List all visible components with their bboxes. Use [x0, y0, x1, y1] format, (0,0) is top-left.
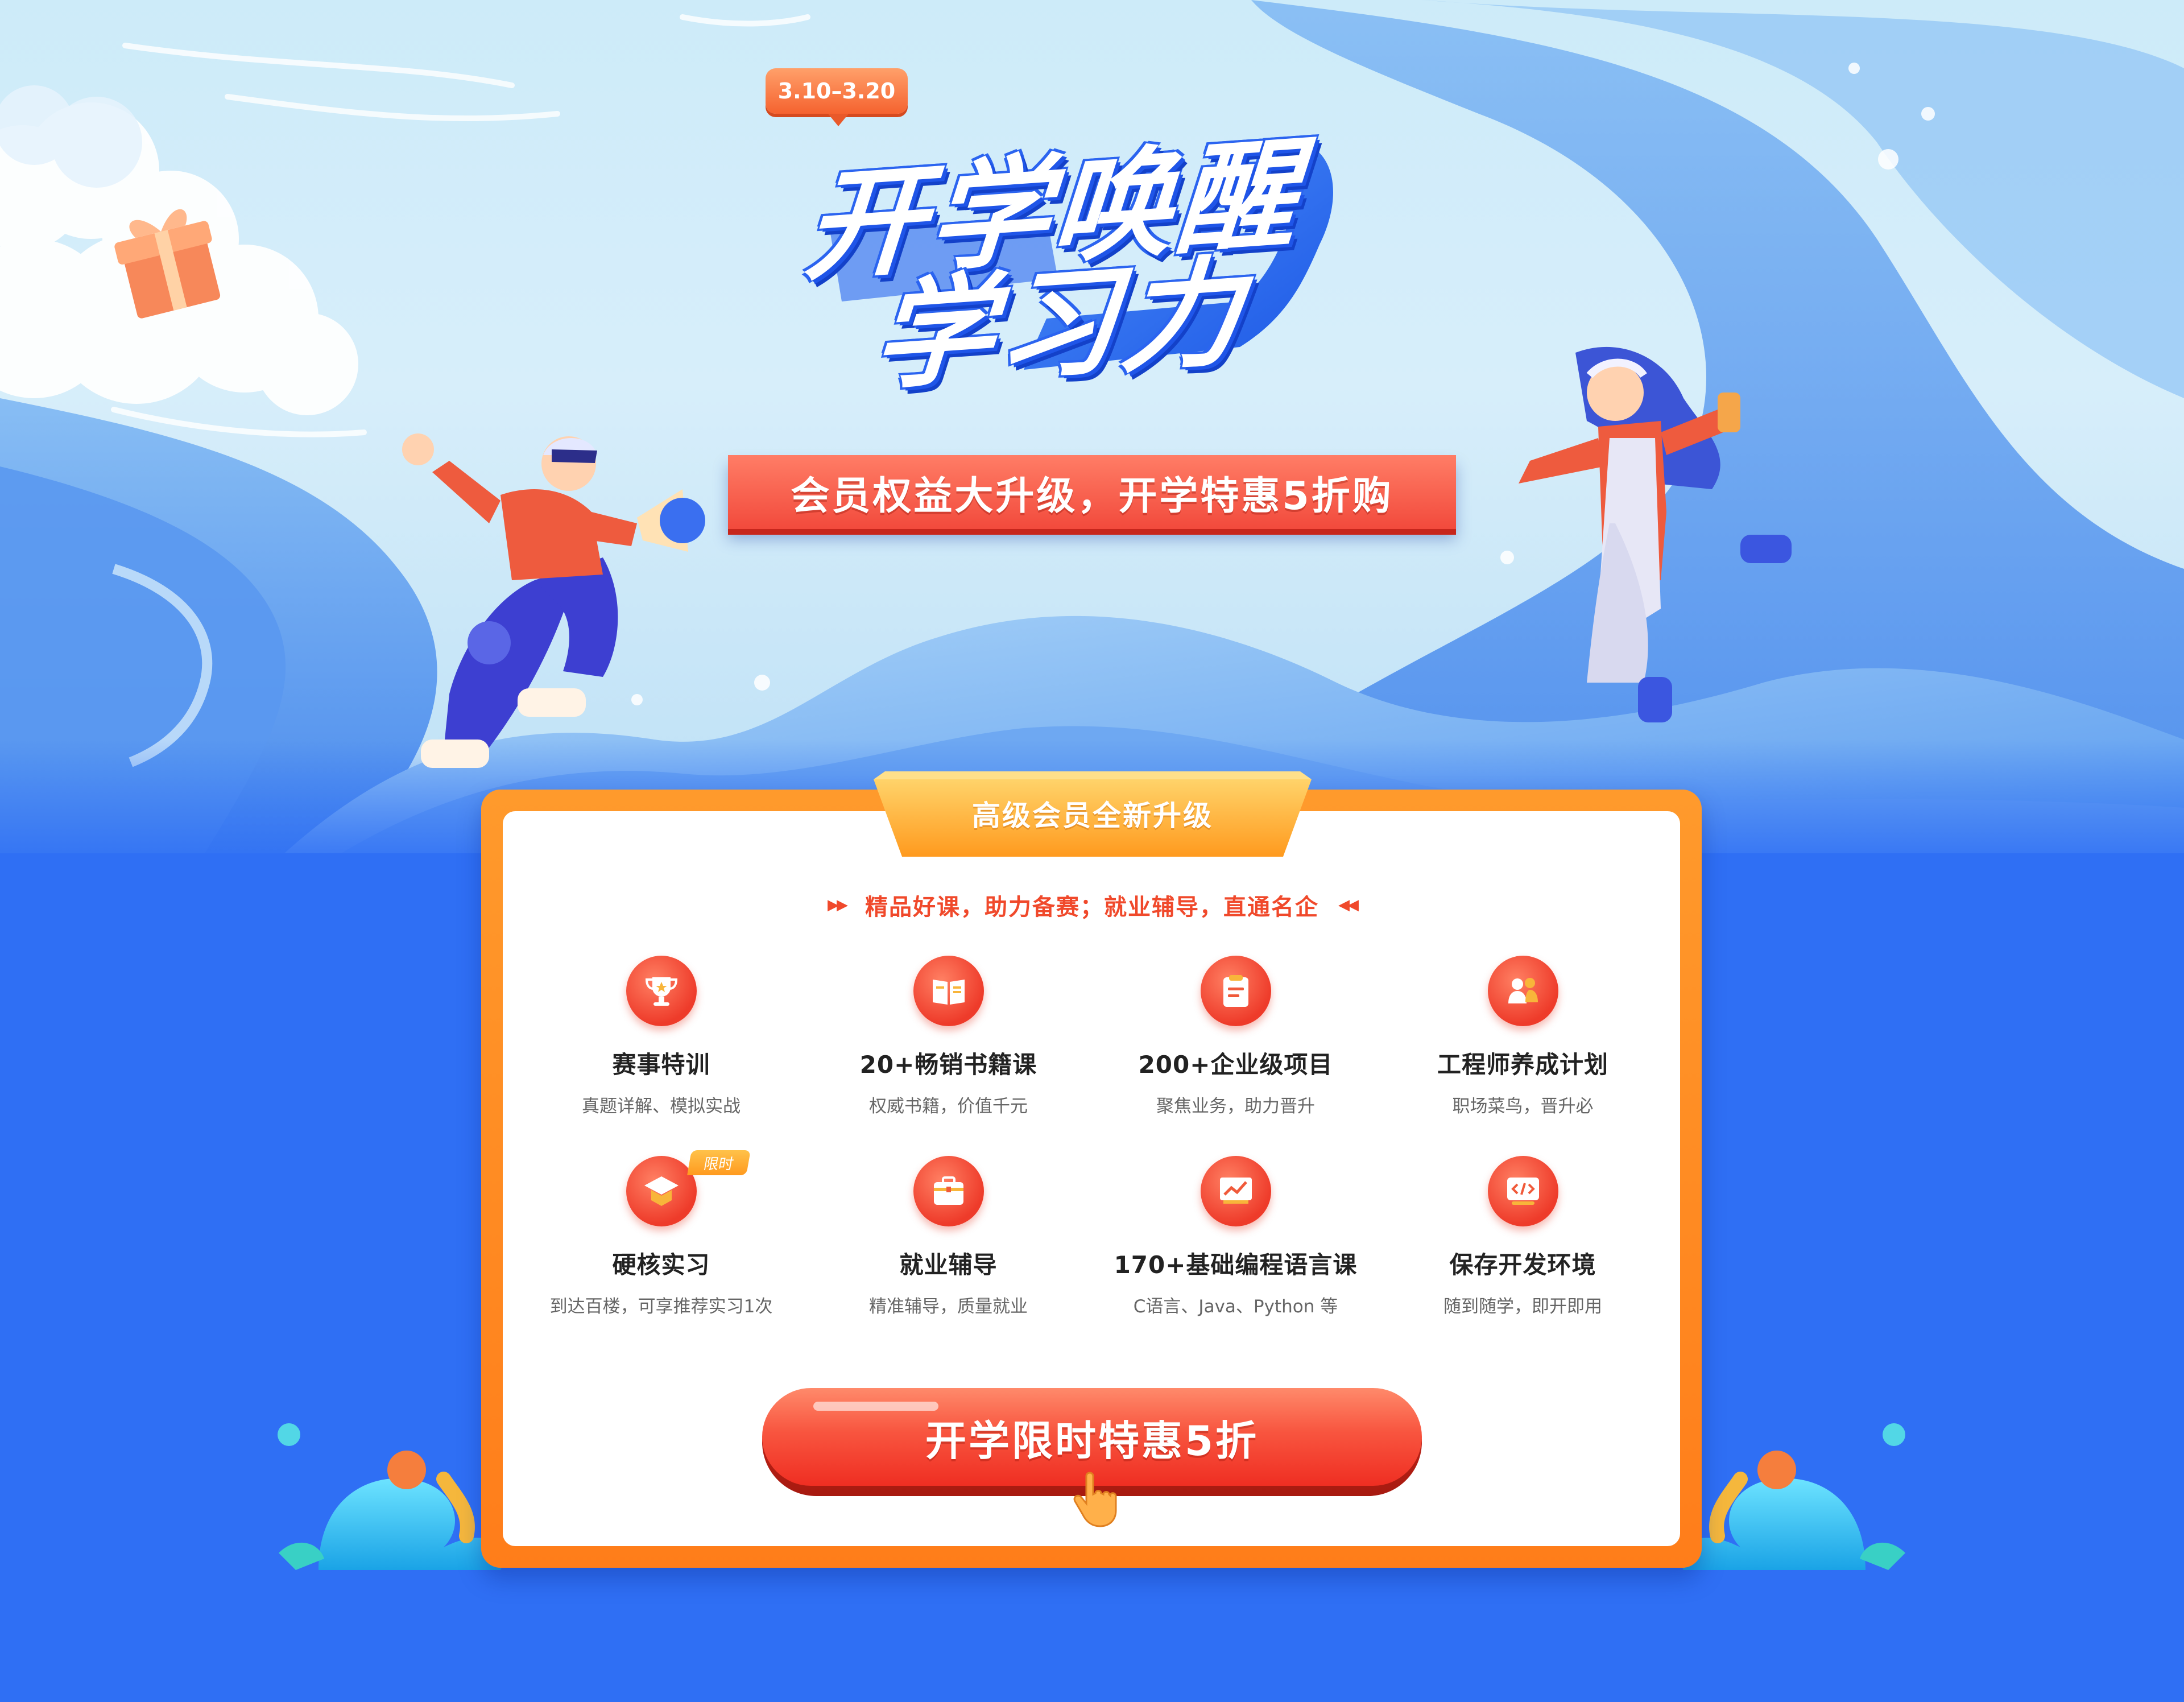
- card-tagline: ▶▶ 精品好课，助力备赛；就业辅导，直通名企 ◀◀: [739, 885, 1445, 925]
- tagline-text: 精品好课，助力备赛；就业辅导，直通名企: [865, 894, 1319, 920]
- cta-shine: [813, 1402, 938, 1411]
- feature-desc: C语言、Java、Python 等: [1133, 1296, 1338, 1317]
- limited-time-badge: 限时: [687, 1150, 751, 1175]
- feature-item[interactable]: 20+畅销书籍课 权威书籍，价值千元: [805, 956, 1092, 1156]
- code-monitor-icon: [1487, 1156, 1558, 1226]
- trophy-icon: [626, 956, 697, 1026]
- feature-desc: 到达百楼，可享推荐实习1次: [549, 1296, 773, 1317]
- feature-desc: 职场菜鸟，晋升必: [1452, 1096, 1594, 1117]
- card-header-title: 高级会员全新升级: [972, 799, 1213, 832]
- feature-title: 就业辅导: [899, 1251, 998, 1279]
- feature-title: 保存开发环境: [1449, 1251, 1596, 1279]
- feature-desc: 权威书籍，价值千元: [869, 1096, 1028, 1117]
- feature-desc: 精准辅导，质量就业: [869, 1296, 1028, 1317]
- book-icon: [913, 956, 984, 1026]
- graduation-cap-icon: [626, 1156, 697, 1226]
- tagline-left-arrows-icon: ▶▶: [828, 897, 848, 914]
- cheering-student-illustration: [402, 433, 705, 768]
- feature-desc: 真题详解、模拟实战: [582, 1096, 741, 1117]
- feature-desc: 随到随学，即开即用: [1443, 1296, 1602, 1317]
- feature-title: 工程师养成计划: [1437, 1051, 1608, 1079]
- slogan-text: 会员权益大升级，开学特惠5折购: [791, 473, 1393, 519]
- feature-item[interactable]: 保存开发环境 随到随学，即开即用: [1379, 1156, 1666, 1356]
- feature-item[interactable]: 200+企业级项目 聚焦业务，助力晋升: [1092, 956, 1379, 1156]
- briefcase-icon: [913, 1156, 984, 1226]
- tagline-right-arrows-icon: ◀◀: [1338, 897, 1359, 914]
- pointer-hand-icon: [1073, 1472, 1117, 1527]
- feature-desc: 聚焦业务，助力晋升: [1156, 1096, 1315, 1117]
- feature-title: 硬核实习: [612, 1251, 710, 1279]
- feature-title: 赛事特训: [612, 1051, 710, 1079]
- date-range-badge: 3.10–3.20: [766, 68, 908, 126]
- feature-title: 200+企业级项目: [1138, 1051, 1333, 1079]
- promo-title: 开学唤醒 学习力: [791, 108, 1382, 407]
- feature-item[interactable]: 限时 硬核实习 到达百楼，可享推荐实习1次: [518, 1150, 805, 1356]
- feature-grid: 赛事特训 真题详解、模拟实战 20+畅销书籍课 权威书籍，价值千元 200+企业…: [518, 956, 1666, 1356]
- feature-item[interactable]: 工程师养成计划 职场菜鸟，晋升必: [1379, 956, 1666, 1156]
- feature-title: 20+畅销书籍课: [859, 1051, 1037, 1079]
- people-icon: [1487, 956, 1558, 1026]
- reading-girl-illustration: [1519, 346, 1792, 722]
- slogan-banner: 会员权益大升级，开学特惠5折购: [728, 455, 1456, 540]
- document-icon: [1200, 956, 1271, 1026]
- feature-item[interactable]: 170+基础编程语言课 C语言、Java、Python 等: [1092, 1156, 1379, 1356]
- chart-board-icon: [1200, 1156, 1271, 1226]
- feature-title: 170+基础编程语言课: [1114, 1251, 1358, 1279]
- gift-icon: [114, 209, 221, 319]
- feature-item[interactable]: 赛事特训 真题详解、模拟实战: [518, 956, 805, 1156]
- feature-item[interactable]: 就业辅导 精准辅导，质量就业: [805, 1156, 1092, 1356]
- title-line-2: 学习力: [868, 242, 1250, 407]
